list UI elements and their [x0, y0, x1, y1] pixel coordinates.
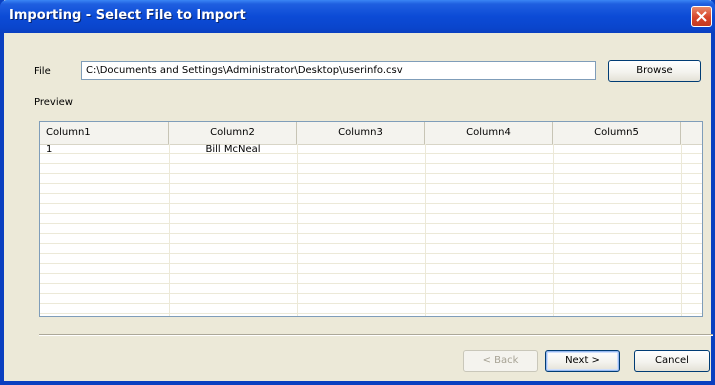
import-dialog: Importing - Select File to Import File C… [0, 0, 715, 385]
table-row[interactable] [40, 294, 702, 304]
window-title: Importing - Select File to Import [9, 8, 246, 23]
preview-table[interactable]: Column1 Column2 Column3 Column4 Column5 [39, 121, 703, 317]
table-row[interactable] [40, 144, 702, 154]
table-row[interactable] [40, 254, 702, 264]
table-row[interactable] [40, 244, 702, 254]
table-row[interactable] [40, 304, 702, 314]
close-button[interactable] [691, 6, 712, 27]
column-header-1[interactable]: Column1 [40, 122, 169, 144]
table-row[interactable] [40, 284, 702, 294]
table-row[interactable] [40, 234, 702, 244]
footer-divider [39, 334, 713, 336]
file-path-field[interactable]: C:\Documents and Settings\Administrator\… [81, 61, 596, 80]
table-row[interactable] [40, 204, 702, 214]
table-row[interactable] [40, 174, 702, 184]
next-button[interactable]: Next > [545, 350, 620, 372]
close-icon [696, 11, 707, 22]
column-header-3[interactable]: Column3 [297, 122, 425, 144]
back-button[interactable]: < Back [463, 350, 538, 372]
column-header-4[interactable]: Column4 [425, 122, 553, 144]
column-header-5[interactable]: Column5 [553, 122, 681, 144]
table-cell: Bill McNeal [205, 144, 261, 155]
file-label: File [34, 66, 51, 77]
table-row[interactable] [40, 274, 702, 284]
table-row[interactable] [40, 214, 702, 224]
column-header-2[interactable]: Column2 [169, 122, 297, 144]
title-bar[interactable]: Importing - Select File to Import [0, 0, 715, 33]
cancel-button[interactable]: Cancel [634, 350, 710, 372]
table-cell: 1 [46, 144, 53, 155]
table-row[interactable] [40, 154, 702, 164]
table-row[interactable] [40, 224, 702, 234]
table-row[interactable] [40, 194, 702, 204]
browse-button[interactable]: Browse [608, 60, 701, 82]
preview-label: Preview [34, 97, 73, 108]
table-header: Column1 Column2 Column3 Column4 Column5 [40, 122, 702, 145]
table-row[interactable] [40, 184, 702, 194]
table-row[interactable] [40, 164, 702, 174]
table-row[interactable] [40, 264, 702, 274]
